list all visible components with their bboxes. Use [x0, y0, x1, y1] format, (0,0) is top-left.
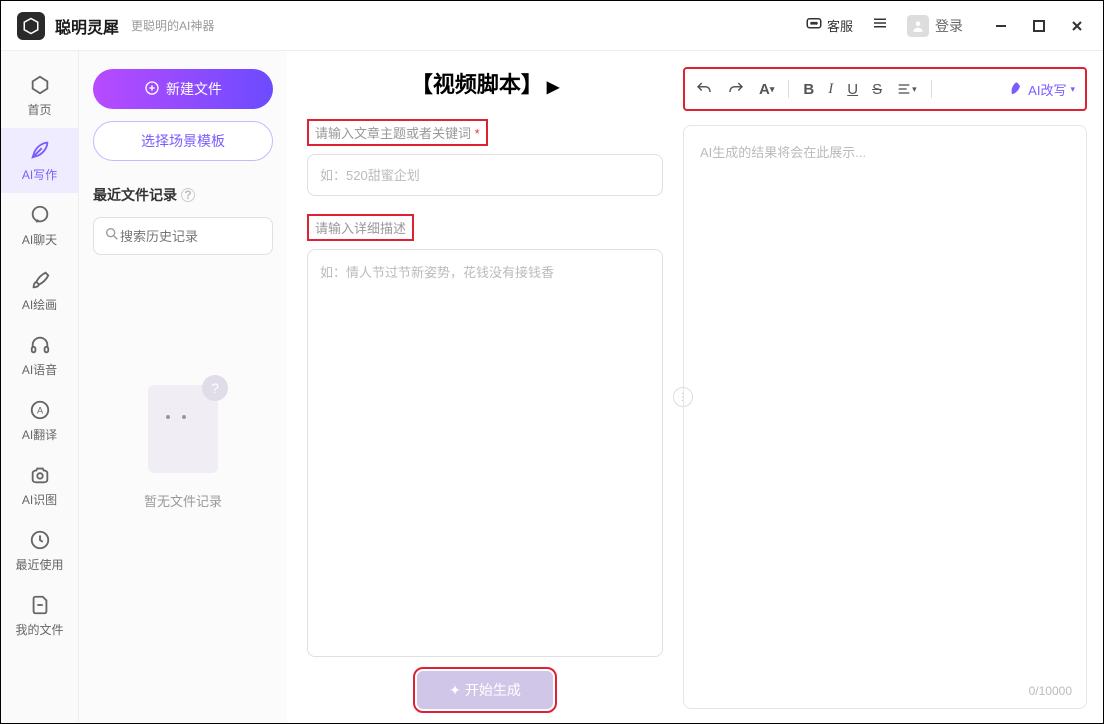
file-panel: 新建文件 选择场景模板 最近文件记录 ? ? 暂无文件记录 [79, 51, 287, 723]
sidebar-item-label: 首页 [27, 101, 51, 118]
generate-button[interactable]: ✦ 开始生成 [417, 671, 553, 709]
italic-button[interactable]: I [828, 81, 833, 98]
support-label: 客服 [827, 16, 853, 35]
search-input[interactable] [120, 229, 296, 244]
redo-button[interactable] [727, 80, 745, 98]
sidebar-item-writing[interactable]: AI写作 [1, 128, 78, 193]
sidebar-item-label: AI识图 [22, 491, 57, 508]
close-button[interactable] [1067, 16, 1087, 36]
feather-icon [28, 138, 52, 162]
undo-button[interactable] [695, 80, 713, 98]
sidebar: 首页 AI写作 AI聊天 AI绘画 AI语音 A AI翻译 AI识图 最近使用 [1, 51, 79, 723]
avatar-icon [907, 15, 929, 37]
sidebar-item-label: AI写作 [22, 166, 57, 183]
new-file-label: 新建文件 [166, 79, 222, 99]
play-arrow-icon[interactable]: ▶ [547, 79, 559, 96]
sidebar-item-label: 我的文件 [15, 621, 63, 638]
app-tagline: 更聪明的AI神器 [131, 17, 214, 34]
page-title: 【视频脚本】▶ [307, 67, 663, 99]
search-box[interactable] [93, 217, 273, 255]
titlebar: 聪明灵犀 更聪明的AI神器 客服 登录 [1, 1, 1103, 51]
plus-circle-icon [144, 80, 160, 99]
file-icon [28, 593, 52, 617]
sparkle-icon: ✦ [449, 682, 461, 699]
separator [788, 80, 789, 98]
sidebar-item-chat[interactable]: AI聊天 [1, 193, 78, 258]
empty-state: ? 暂无文件记录 [93, 375, 273, 510]
window-controls [991, 16, 1087, 36]
topic-label: 请输入文章主题或者关键词 * [307, 119, 488, 146]
camera-icon [28, 463, 52, 487]
login-button[interactable]: 登录 [899, 11, 971, 41]
result-textarea[interactable]: AI生成的结果将会在此展示... 0/10000 [683, 125, 1087, 709]
sidebar-item-label: AI聊天 [22, 231, 57, 248]
empty-text: 暂无文件记录 [93, 491, 273, 510]
sidebar-item-translate[interactable]: A AI翻译 [1, 388, 78, 453]
sidebar-item-home[interactable]: 首页 [1, 63, 78, 128]
editor-toolbar: A▾ B I U S ▾ AI改写 ▾ [683, 67, 1087, 111]
translate-icon: A [28, 398, 52, 422]
recent-files-heading: 最近文件记录 ? [93, 185, 273, 205]
search-icon [104, 226, 120, 247]
chat-icon [805, 15, 823, 36]
clock-icon [28, 528, 52, 552]
char-counter: 0/10000 [1029, 684, 1072, 698]
svg-text:A: A [36, 406, 43, 416]
sidebar-item-label: AI绘画 [22, 296, 57, 313]
app-logo-icon [17, 12, 45, 40]
generate-label: 开始生成 [465, 680, 521, 700]
maximize-button[interactable] [1029, 16, 1049, 36]
text-color-button[interactable]: A▾ [759, 81, 774, 98]
hexagon-icon [28, 73, 52, 97]
new-file-button[interactable]: 新建文件 [93, 69, 273, 109]
align-button[interactable]: ▾ [896, 81, 917, 97]
detail-textarea[interactable] [307, 249, 663, 657]
underline-button[interactable]: U [847, 81, 858, 98]
minimize-button[interactable] [991, 16, 1011, 36]
chevron-down-icon: ▾ [1070, 84, 1075, 95]
sidebar-item-files[interactable]: 我的文件 [1, 583, 78, 648]
hamburger-menu-button[interactable] [861, 8, 899, 43]
result-placeholder: AI生成的结果将会在此展示... [700, 145, 866, 160]
app-name: 聪明灵犀 [55, 14, 119, 38]
headphones-icon [28, 333, 52, 357]
separator [931, 80, 932, 98]
strikethrough-button[interactable]: S [872, 81, 882, 98]
ai-rewrite-label: AI改写 [1028, 80, 1066, 99]
support-button[interactable]: 客服 [797, 11, 861, 40]
sidebar-item-image[interactable]: AI识图 [1, 453, 78, 518]
template-button[interactable]: 选择场景模板 [93, 121, 273, 161]
empty-doc-icon: ? [138, 375, 228, 475]
login-label: 登录 [935, 16, 963, 36]
sidebar-item-label: AI翻译 [22, 426, 57, 443]
result-panel: A▾ B I U S ▾ AI改写 ▾ AI生成的结果将会在此展示... 0/1… [683, 51, 1103, 723]
help-icon[interactable]: ? [181, 188, 195, 202]
brush-icon [28, 268, 52, 292]
detail-label: 请输入详细描述 [307, 214, 414, 241]
topic-input[interactable] [307, 154, 663, 196]
sidebar-item-label: AI语音 [22, 361, 57, 378]
sidebar-item-label: 最近使用 [15, 556, 63, 573]
sidebar-item-voice[interactable]: AI语音 [1, 323, 78, 388]
sidebar-item-paint[interactable]: AI绘画 [1, 258, 78, 323]
ai-rewrite-button[interactable]: AI改写 ▾ [1008, 80, 1075, 99]
chat-bubble-icon [28, 203, 52, 227]
bold-button[interactable]: B [803, 81, 814, 98]
form-panel: 【视频脚本】▶ 请输入文章主题或者关键词 * 请输入详细描述 ✦ 开始生成 ⋮ [287, 51, 683, 723]
sidebar-item-recent[interactable]: 最近使用 [1, 518, 78, 583]
leaf-icon [1008, 81, 1024, 97]
